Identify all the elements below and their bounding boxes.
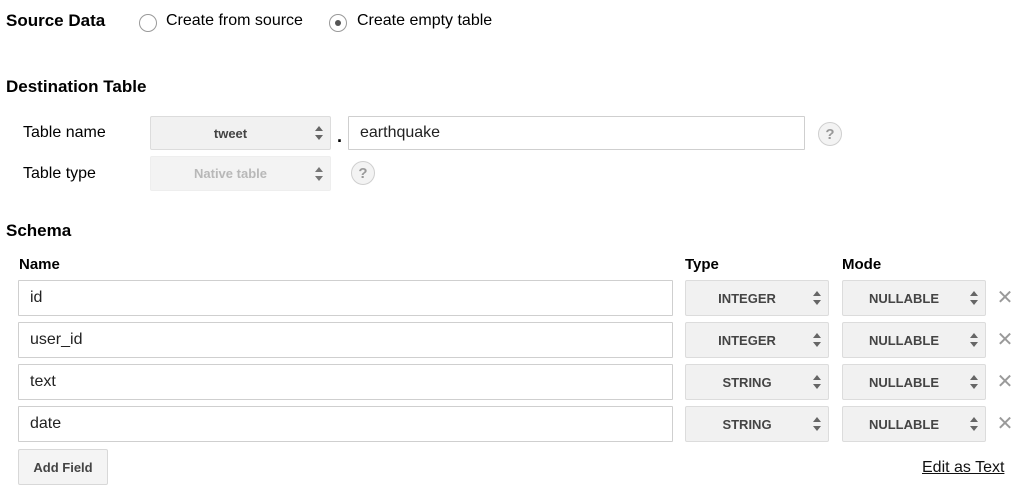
table-name-label: Table name — [23, 124, 106, 141]
updown-arrows-icon — [813, 417, 821, 431]
field-name-input[interactable]: date — [18, 406, 673, 442]
edit-as-text-link[interactable]: Edit as Text — [922, 459, 1004, 477]
field-mode-select[interactable]: NULLABLE — [842, 406, 986, 442]
table-name-input[interactable]: earthquake — [348, 116, 805, 150]
column-header-type: Type — [685, 256, 719, 273]
column-header-name: Name — [19, 256, 60, 273]
field-name-value: date — [30, 415, 62, 432]
field-name-input[interactable]: text — [18, 364, 673, 400]
field-mode-value: NULLABLE — [868, 374, 940, 390]
close-icon[interactable]: ✕ — [996, 414, 1014, 434]
field-mode-value: NULLABLE — [868, 290, 940, 306]
updown-arrows-icon — [970, 291, 978, 305]
table-type-select-value: Native table — [194, 166, 267, 181]
radio-create-empty-table[interactable] — [329, 14, 347, 32]
radio-create-empty-table-label[interactable]: Create empty table — [357, 12, 492, 30]
field-type-select[interactable]: STRING — [685, 364, 829, 400]
destination-table-heading: Destination Table — [6, 77, 147, 96]
table-type-label: Table type — [23, 165, 96, 182]
field-name-input[interactable]: id — [18, 280, 673, 316]
field-name-value: id — [30, 289, 43, 306]
field-mode-select[interactable]: NULLABLE — [842, 280, 986, 316]
column-header-mode: Mode — [842, 256, 882, 273]
help-icon[interactable]: ? — [351, 161, 375, 185]
field-type-value: INTEGER — [718, 290, 776, 306]
help-glyph: ? — [825, 125, 835, 143]
schema-heading: Schema — [6, 221, 72, 240]
updown-arrows-icon — [813, 375, 821, 389]
updown-arrows-icon — [970, 375, 978, 389]
updown-arrows-icon — [970, 333, 978, 347]
dataset-select-value: tweet — [213, 125, 248, 141]
source-data-heading: Source Data — [6, 11, 106, 30]
field-type-value: STRING — [722, 416, 772, 432]
updown-arrows-icon — [315, 166, 323, 181]
field-type-select[interactable]: INTEGER — [685, 322, 829, 358]
field-name-input[interactable]: user_id — [18, 322, 673, 358]
field-mode-select[interactable]: NULLABLE — [842, 322, 986, 358]
field-name-value: text — [30, 373, 56, 390]
field-name-value: user_id — [30, 331, 83, 348]
field-type-select[interactable]: STRING — [685, 406, 829, 442]
dataset-table-separator: . — [337, 126, 343, 146]
close-icon[interactable]: ✕ — [996, 288, 1014, 308]
updown-arrows-icon — [813, 291, 821, 305]
field-mode-select[interactable]: NULLABLE — [842, 364, 986, 400]
field-mode-value: NULLABLE — [868, 416, 940, 432]
field-mode-value: NULLABLE — [868, 332, 940, 348]
help-glyph: ? — [358, 164, 368, 182]
table-name-input-value: earthquake — [360, 124, 441, 141]
radio-create-from-source-label[interactable]: Create from source — [166, 12, 303, 30]
field-type-value: STRING — [722, 374, 772, 390]
field-type-select[interactable]: INTEGER — [685, 280, 829, 316]
updown-arrows-icon — [813, 333, 821, 347]
updown-arrows-icon — [970, 417, 978, 431]
close-icon[interactable]: ✕ — [996, 372, 1014, 392]
radio-create-from-source[interactable] — [139, 14, 157, 32]
help-icon[interactable]: ? — [818, 122, 842, 146]
field-type-value: INTEGER — [718, 332, 776, 348]
dataset-select[interactable]: tweet — [150, 116, 331, 150]
add-field-button[interactable]: Add Field — [18, 449, 108, 485]
table-type-select: Native table — [150, 156, 331, 191]
updown-arrows-icon — [315, 126, 323, 140]
close-icon[interactable]: ✕ — [996, 330, 1014, 350]
